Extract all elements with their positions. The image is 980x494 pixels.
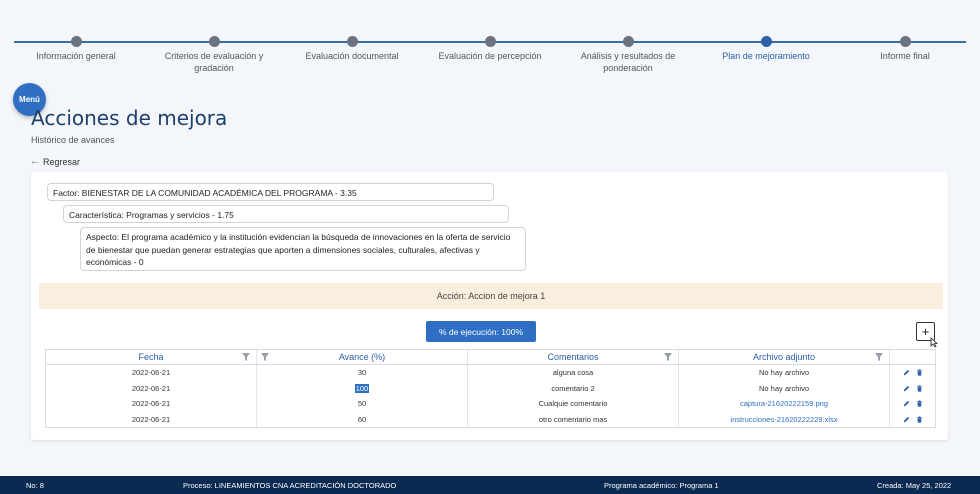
step-analisis-resultados[interactable]: Análisis y resultados de ponderación bbox=[558, 36, 698, 74]
selected-text: 100 bbox=[354, 383, 370, 393]
table-row: 2022-06-21 30 alguna cosa No hay archivo bbox=[46, 365, 935, 381]
header-label: Fecha bbox=[138, 352, 164, 362]
cell-comentario: comentario 2 bbox=[468, 380, 679, 396]
avances-table: Fecha Avance (%) Comentarios Archivo adj… bbox=[45, 349, 936, 428]
step-evaluacion-documental[interactable]: Evaluación documental bbox=[282, 36, 422, 62]
cell-fecha: 2022-06-21 bbox=[46, 365, 257, 381]
back-link-label: Regresar bbox=[43, 156, 81, 167]
step-informacion-general[interactable]: Información general bbox=[6, 36, 146, 62]
column-header-actions bbox=[890, 350, 935, 364]
edit-icon[interactable] bbox=[903, 400, 910, 407]
table-row: 2022-06-21 100 comentario 2 No hay archi… bbox=[46, 380, 935, 397]
step-dot bbox=[760, 36, 772, 47]
row-actions bbox=[890, 396, 935, 412]
step-dot bbox=[484, 36, 496, 47]
cell-fecha: 2022-06-21 bbox=[46, 380, 257, 396]
delete-icon[interactable] bbox=[916, 369, 923, 376]
filter-icon[interactable] bbox=[664, 353, 672, 361]
cell-archivo: No hay archivo bbox=[679, 365, 890, 381]
arrow-left-icon: ← bbox=[30, 156, 40, 167]
footer-creada: Creada: May 25, 2022 bbox=[877, 480, 952, 490]
file-link[interactable]: instrucciones-21620222229.xlsx bbox=[730, 415, 837, 424]
page-subtitle: Histórico de avances bbox=[31, 135, 115, 145]
step-dot bbox=[899, 36, 911, 47]
cell-fecha: 2022-06-21 bbox=[46, 396, 257, 412]
table-header-row: Fecha Avance (%) Comentarios Archivo adj… bbox=[46, 350, 935, 365]
step-label: Evaluación de percepción bbox=[438, 51, 542, 61]
aspecto-box: Aspecto: El programa académico y la inst… bbox=[80, 227, 526, 271]
row-actions bbox=[890, 412, 935, 428]
filter-icon[interactable] bbox=[261, 353, 269, 361]
footer-proceso: Proceso: LINEAMIENTOS CNA ACREDITACIÓN D… bbox=[183, 480, 397, 490]
step-dot bbox=[622, 36, 634, 47]
accion-banner: Acción: Accion de mejora 1 bbox=[39, 283, 943, 309]
cell-avance: 100 bbox=[257, 380, 468, 396]
step-plan-mejoramiento[interactable]: Plan de mejoramiento bbox=[696, 36, 836, 62]
cell-archivo: captura-21620222159.png bbox=[679, 396, 890, 412]
cell-comentario: alguna cosa bbox=[468, 365, 679, 381]
factor-box: Factor: BIENESTAR DE LA COMUNIDAD ACADÉM… bbox=[47, 183, 494, 201]
step-dot bbox=[208, 36, 220, 47]
table-row: 2022-06-21 50 Cualquie comentario captur… bbox=[46, 396, 935, 412]
edit-icon[interactable] bbox=[903, 416, 910, 423]
footer-programa: Programa académico: Programa 1 bbox=[604, 480, 719, 490]
header-label: Avance (%) bbox=[338, 352, 386, 362]
back-link[interactable]: ← Regresar bbox=[30, 156, 80, 167]
delete-icon[interactable] bbox=[916, 385, 923, 392]
edit-icon[interactable] bbox=[903, 385, 910, 392]
edit-icon[interactable] bbox=[903, 369, 910, 376]
cell-fecha: 2022-06-21 bbox=[46, 411, 257, 427]
cell-comentario: otro comentario mas bbox=[468, 411, 679, 427]
caracteristica-box: Característica: Programas y servicios - … bbox=[63, 205, 509, 223]
header-label: Archivo adjunto bbox=[752, 352, 816, 362]
progress-stepper: Información general Criterios de evaluac… bbox=[0, 0, 980, 80]
step-label: Análisis y resultados de ponderación bbox=[580, 51, 676, 73]
cell-avance: 50 bbox=[257, 396, 468, 412]
filter-icon[interactable] bbox=[242, 353, 250, 361]
step-informe-final[interactable]: Informe final bbox=[835, 36, 975, 62]
table-row: 2022-06-21 60 otro comentario mas instru… bbox=[46, 411, 935, 428]
cell-archivo: instrucciones-21620222229.xlsx bbox=[679, 411, 890, 427]
status-footer: No: 8 Proceso: LINEAMIENTOS CNA ACREDITA… bbox=[0, 476, 980, 494]
step-dot bbox=[346, 36, 358, 47]
step-label: Información general bbox=[36, 51, 116, 61]
footer-no: No: 8 bbox=[26, 480, 44, 490]
main-card: Factor: BIENESTAR DE LA COMUNIDAD ACADÉM… bbox=[31, 172, 948, 440]
cell-avance: 30 bbox=[257, 365, 468, 381]
step-label: Evaluación documental bbox=[305, 51, 399, 61]
execution-percent-button[interactable]: % de ejecución: 100% bbox=[426, 321, 536, 342]
page-title: Acciones de mejora bbox=[31, 106, 228, 130]
cell-comentario: Cualquie comentario bbox=[468, 396, 679, 412]
cell-avance: 60 bbox=[257, 411, 468, 427]
step-criterios[interactable]: Criterios de evaluación y gradación bbox=[144, 36, 284, 74]
column-header-comentarios[interactable]: Comentarios bbox=[468, 350, 679, 364]
column-header-avance[interactable]: Avance (%) bbox=[257, 350, 468, 364]
cell-archivo: No hay archivo bbox=[679, 380, 890, 396]
header-label: Comentarios bbox=[547, 352, 599, 362]
row-actions bbox=[890, 381, 935, 397]
row-actions bbox=[890, 365, 935, 381]
step-label: Informe final bbox=[880, 51, 930, 61]
step-dot bbox=[70, 36, 82, 47]
delete-icon[interactable] bbox=[916, 416, 923, 423]
column-header-fecha[interactable]: Fecha bbox=[46, 350, 257, 364]
step-evaluacion-percepcion[interactable]: Evaluación de percepción bbox=[420, 36, 560, 62]
step-label: Criterios de evaluación y gradación bbox=[164, 51, 264, 73]
file-link[interactable]: captura-21620222159.png bbox=[740, 399, 828, 408]
delete-icon[interactable] bbox=[916, 400, 923, 407]
filter-icon[interactable] bbox=[875, 353, 883, 361]
step-label: Plan de mejoramiento bbox=[722, 51, 810, 61]
column-header-archivo[interactable]: Archivo adjunto bbox=[679, 350, 890, 364]
